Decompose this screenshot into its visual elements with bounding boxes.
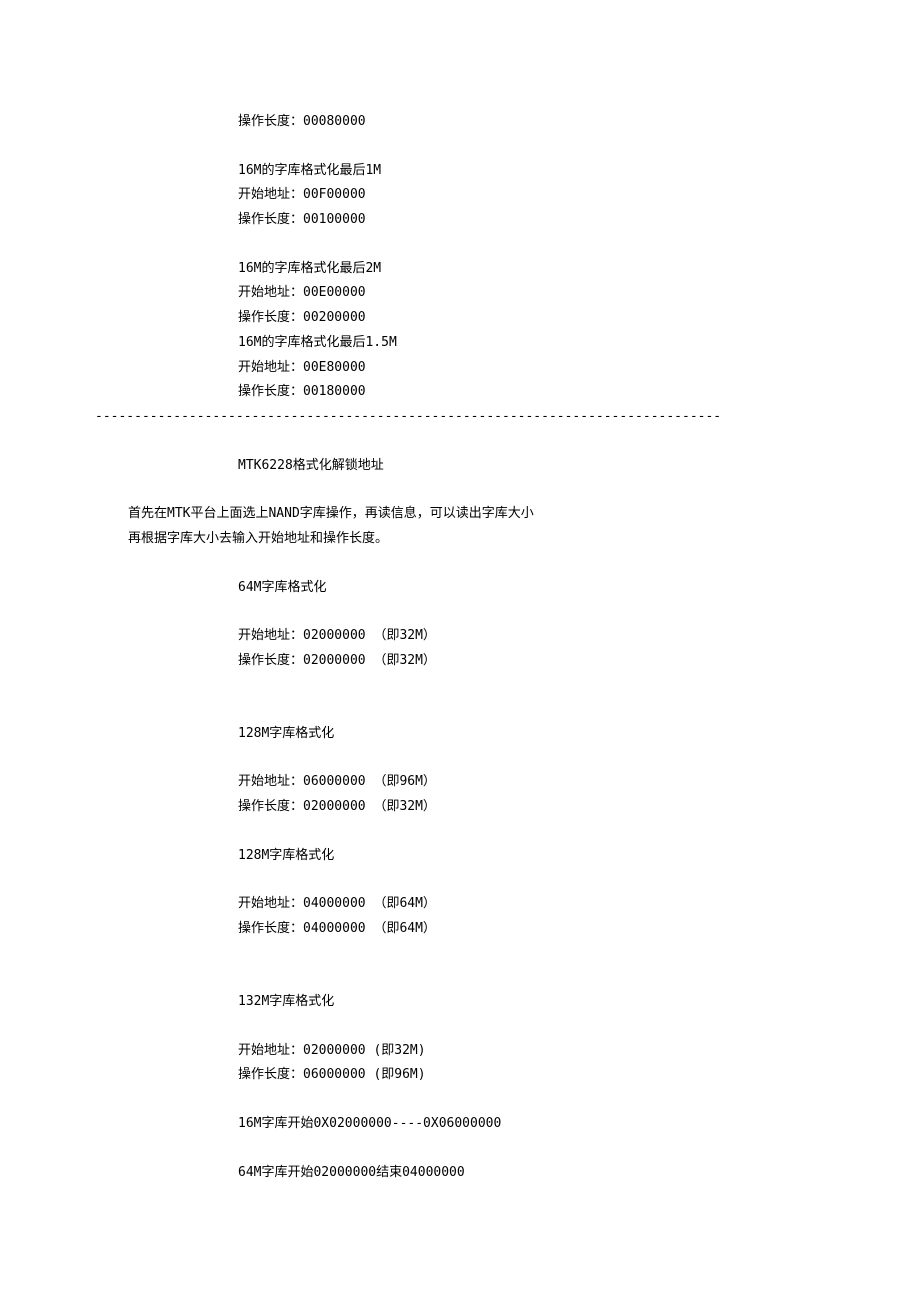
start-addr: 开始地址：02000000 (即32M) — [0, 1039, 920, 1064]
op-length: 操作长度：02000000 （即32M） — [0, 795, 920, 820]
block-title: 16M的字库格式化最后1.5M — [0, 331, 920, 356]
intro-text: 再根据字库大小去输入开始地址和操作长度。 — [0, 527, 920, 552]
block-title: 16M的字库格式化最后2M — [0, 257, 920, 282]
op-length: 操作长度：00100000 — [0, 208, 920, 233]
block-title: 128M字库格式化 — [0, 722, 920, 747]
op-length: 操作长度：00200000 — [0, 306, 920, 331]
block-title: 64M字库格式化 — [0, 576, 920, 601]
range-line: 64M字库开始02000000结束04000000 — [0, 1161, 920, 1186]
intro-text: 首先在MTK平台上面选上NAND字库操作，再读信息，可以读出字库大小 — [0, 502, 920, 527]
start-addr: 开始地址：06000000 （即96M） — [0, 770, 920, 795]
block-title: 128M字库格式化 — [0, 844, 920, 869]
separator-line: ----------------------------------------… — [0, 405, 920, 430]
op-length: 操作长度：00180000 — [0, 380, 920, 405]
block-title: 132M字库格式化 — [0, 990, 920, 1015]
start-addr: 开始地址：04000000 （即64M） — [0, 892, 920, 917]
op-length: 操作长度：04000000 （即64M） — [0, 917, 920, 942]
start-addr: 开始地址：00E80000 — [0, 356, 920, 381]
start-addr: 开始地址：00E00000 — [0, 281, 920, 306]
block-title: 16M的字库格式化最后1M — [0, 159, 920, 184]
op-length: 操作长度：02000000 （即32M） — [0, 649, 920, 674]
op-length-line: 操作长度：00080000 — [0, 110, 920, 135]
start-addr: 开始地址：00F00000 — [0, 183, 920, 208]
op-length: 操作长度：06000000 (即96M) — [0, 1063, 920, 1088]
section-heading: MTK6228格式化解锁地址 — [0, 454, 920, 479]
start-addr: 开始地址：02000000 （即32M） — [0, 624, 920, 649]
range-line: 16M字库开始0X02000000----0X06000000 — [0, 1112, 920, 1137]
